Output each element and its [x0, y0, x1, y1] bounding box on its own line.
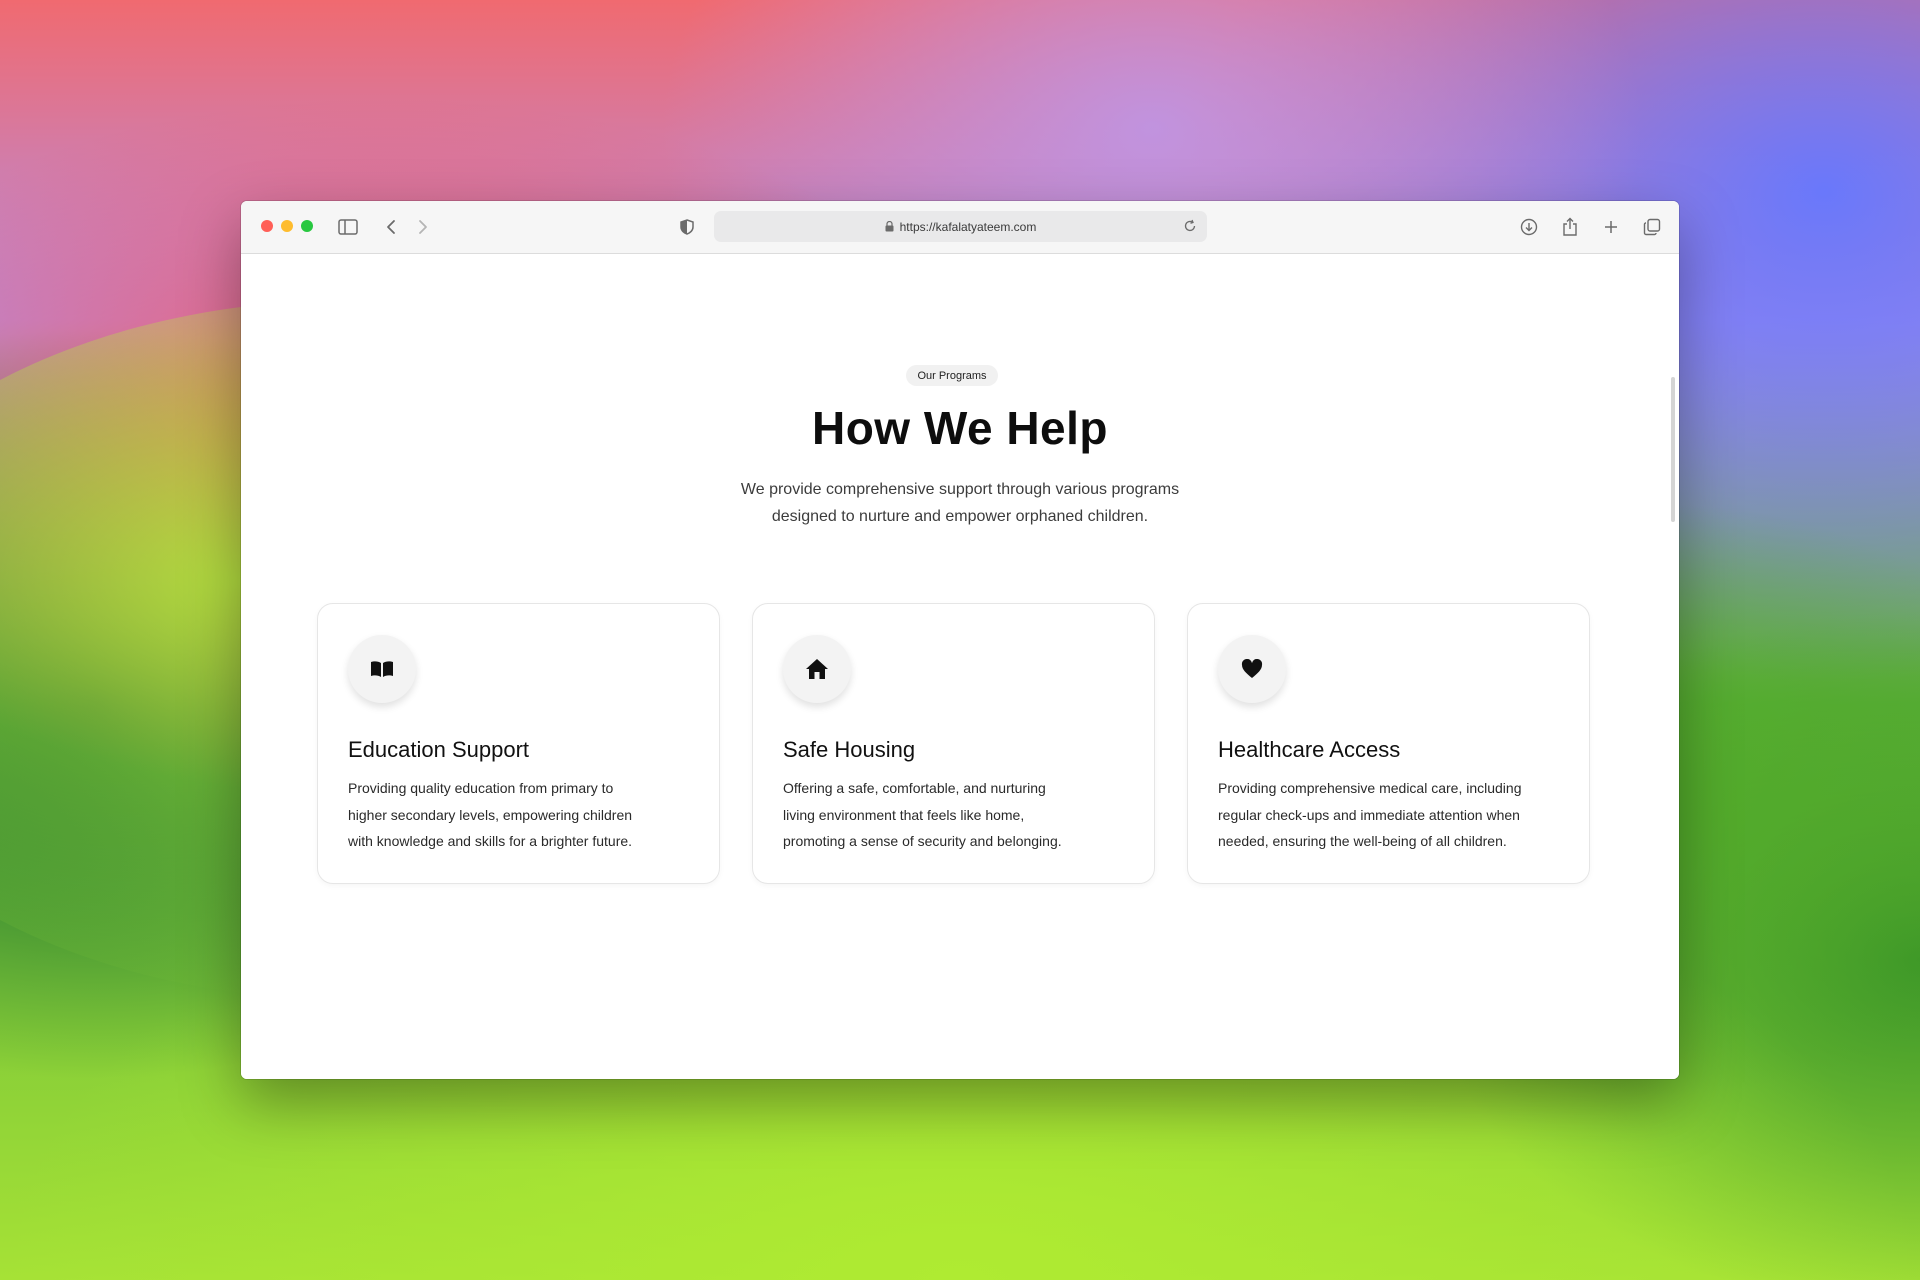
reload-icon[interactable]	[1183, 219, 1197, 233]
card-title: Safe Housing	[783, 737, 916, 762]
share-icon[interactable]	[1557, 214, 1583, 240]
card-description: Providing comprehensive medical care, in…	[1218, 775, 1558, 855]
card-description-line: needed, ensuring the well-being of all c…	[1218, 833, 1507, 849]
browser-window: https://kafalatyateem.com Our Programs H…	[241, 201, 1679, 1079]
sidebar-icon[interactable]	[335, 214, 361, 240]
address-bar[interactable]: https://kafalatyateem.com	[714, 211, 1207, 242]
desktop-wallpaper: https://kafalatyateem.com Our Programs H…	[0, 0, 1920, 1280]
forward-icon[interactable]	[410, 214, 436, 240]
program-card-housing[interactable]: Safe Housing Offering a safe, comfortabl…	[752, 603, 1155, 884]
card-description-line: Providing quality education from primary…	[348, 780, 614, 796]
subtitle-line: designed to nurture and empower orphaned…	[771, 508, 1149, 525]
back-icon[interactable]	[378, 214, 404, 240]
section-badge: Our Programs	[906, 365, 998, 386]
card-description-line: higher secondary levels, empowering chil…	[348, 806, 633, 823]
card-description: Providing quality education from primary…	[348, 775, 688, 855]
card-description: Offering a safe, comfortable, and nurtur…	[783, 775, 1123, 855]
card-description-line: Providing comprehensive medical care, in…	[1218, 780, 1522, 796]
card-description-line: living environment that feels like home,	[783, 806, 1025, 823]
shield-icon[interactable]	[674, 214, 700, 240]
url-text: https://kafalatyateem.com	[899, 219, 1037, 234]
subtitle-line: We provide comprehensive support through…	[740, 481, 1180, 498]
heart-icon	[1218, 635, 1286, 703]
close-window-button[interactable]	[261, 220, 273, 232]
program-card-education[interactable]: Education Support Providing quality educ…	[317, 603, 720, 884]
card-title: Education Support	[348, 737, 530, 762]
section-subtitle: We provide comprehensive support through…	[710, 476, 1210, 530]
page-content: Our Programs How We Help We provide comp…	[241, 254, 1679, 1079]
minimize-window-button[interactable]	[281, 220, 293, 232]
program-card-healthcare[interactable]: Healthcare Access Providing comprehensiv…	[1187, 603, 1590, 884]
book-icon	[348, 635, 416, 703]
new-tab-icon[interactable]	[1598, 214, 1624, 240]
home-icon	[783, 635, 851, 703]
download-icon[interactable]	[1516, 214, 1542, 240]
lock-icon	[885, 221, 894, 232]
card-description-line: promoting a sense of security and belong…	[783, 833, 1062, 849]
card-description-line: with knowledge and skills for a brighter…	[348, 833, 633, 849]
browser-toolbar: https://kafalatyateem.com	[241, 201, 1679, 254]
card-title: Healthcare Access	[1218, 737, 1401, 762]
section-heading: How We Help	[811, 402, 1108, 454]
zoom-window-button[interactable]	[301, 220, 313, 232]
card-description-line: regular check-ups and immediate attentio…	[1218, 806, 1520, 823]
tabs-overview-icon[interactable]	[1639, 214, 1665, 240]
card-description-line: Offering a safe, comfortable, and nurtur…	[783, 780, 1046, 796]
